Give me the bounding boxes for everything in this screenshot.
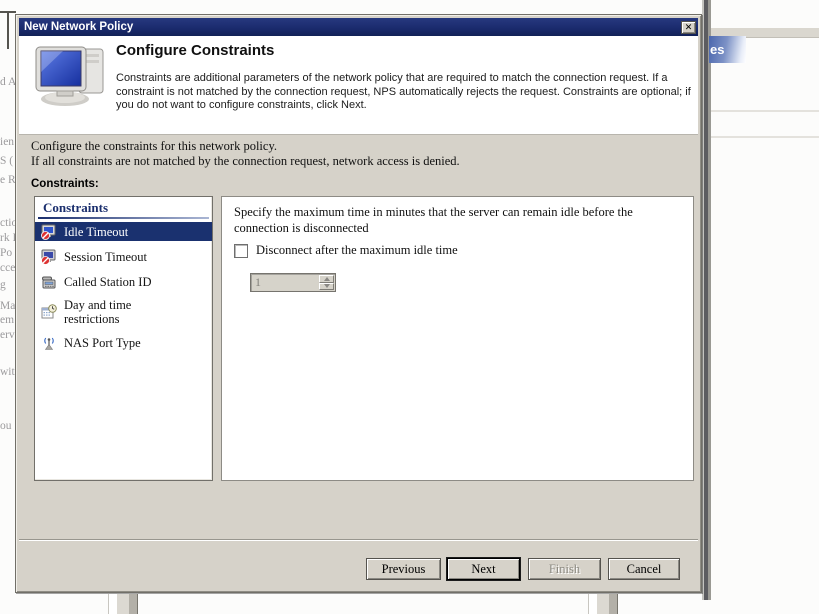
page-description: Constraints are additional parameters of… — [116, 72, 696, 113]
spinner-buttons — [319, 275, 334, 290]
detail-description: Specify the maximum time in minutes that… — [234, 204, 674, 236]
list-item-session-timeout[interactable]: Session Timeout — [35, 247, 212, 266]
list-item-label: Called Station ID — [64, 275, 174, 289]
list-item-label: Day and time restrictions — [64, 298, 174, 326]
background-window-edge — [7, 11, 9, 49]
chevron-up-icon — [324, 277, 330, 281]
instruction-line: If all constraints are not matched by th… — [31, 154, 460, 169]
list-item-label: NAS Port Type — [64, 336, 174, 350]
previous-button[interactable]: Previous — [366, 558, 441, 580]
background-partial-button: es — [709, 36, 746, 63]
disconnect-checkbox-row: Disconnect after the maximum idle time — [234, 243, 458, 258]
background-window-fragment — [108, 594, 138, 614]
background-text-fragment: g — [0, 279, 6, 291]
computer-alert-icon — [41, 249, 57, 265]
dialog-title: New Network Policy — [19, 21, 681, 33]
background-text-fragment: Po — [0, 247, 12, 259]
list-item-called-station-id[interactable]: Called Station ID — [35, 272, 212, 291]
background-text-fragment: erv — [0, 329, 15, 341]
list-header-underline — [38, 217, 209, 219]
spinner-up-button — [319, 275, 334, 283]
disconnect-checkbox[interactable] — [234, 244, 248, 258]
disconnect-checkbox-label: Disconnect after the maximum idle time — [256, 243, 458, 258]
chevron-down-icon — [324, 284, 330, 288]
idle-time-spinner: 1 — [250, 273, 336, 292]
antenna-icon — [41, 335, 57, 351]
list-header: Constraints — [35, 197, 212, 216]
idle-timeout-settings-panel: Specify the maximum time in minutes that… — [221, 196, 694, 481]
background-text-fragment: Ma — [0, 300, 15, 312]
list-item-label: Session Timeout — [64, 250, 174, 264]
constraints-label: Constraints: — [31, 178, 99, 190]
list-item-day-and-time-restrictions[interactable]: Day and time restrictions — [35, 297, 212, 327]
computer-icon — [33, 46, 107, 108]
calendar-clock-icon — [41, 304, 57, 320]
page-title: Configure Constraints — [116, 42, 274, 59]
computer-alert-icon — [41, 224, 57, 240]
instruction-line: Configure the constraints for this netwo… — [31, 139, 460, 154]
background-window-border — [702, 0, 711, 600]
background-row-divider — [711, 136, 819, 138]
background-text-fragment: cce — [0, 262, 15, 274]
spinner-down-button — [319, 283, 334, 291]
next-button[interactable]: Next — [447, 558, 520, 580]
list-item-nas-port-type[interactable]: NAS Port Type — [35, 333, 212, 352]
background-text-fragment: ou — [0, 420, 12, 432]
idle-time-value: 1 — [255, 275, 261, 290]
background-partial-button-label: es — [710, 42, 724, 57]
list-item-idle-timeout[interactable]: Idle Timeout — [35, 222, 212, 241]
close-icon: ✕ — [685, 23, 693, 32]
cancel-button[interactable]: Cancel — [608, 558, 680, 580]
phone-icon — [41, 274, 57, 290]
background-text-fragment: S ( — [0, 155, 13, 167]
background-row-divider — [711, 110, 819, 112]
list-item-label: Idle Timeout — [64, 225, 174, 239]
wizard-header: Configure Constraints Constraints are ad… — [19, 36, 698, 135]
instructions: Configure the constraints for this netwo… — [31, 139, 460, 169]
new-network-policy-dialog: New Network Policy ✕ — [15, 14, 702, 593]
background-text-fragment: ien — [0, 136, 14, 148]
background-text-fragment: em — [0, 314, 14, 326]
background-text-fragment: e R — [0, 174, 16, 186]
background-window-fragment — [588, 594, 618, 614]
finish-button: Finish — [528, 558, 601, 580]
dialog-titlebar[interactable]: New Network Policy ✕ — [19, 18, 698, 36]
background-text-fragment: rk I — [0, 232, 16, 244]
separator — [19, 539, 698, 541]
background-text-fragment: d A — [0, 76, 16, 88]
constraints-list: Constraints Idle Timeout — [34, 196, 213, 481]
close-button[interactable]: ✕ — [681, 21, 696, 34]
